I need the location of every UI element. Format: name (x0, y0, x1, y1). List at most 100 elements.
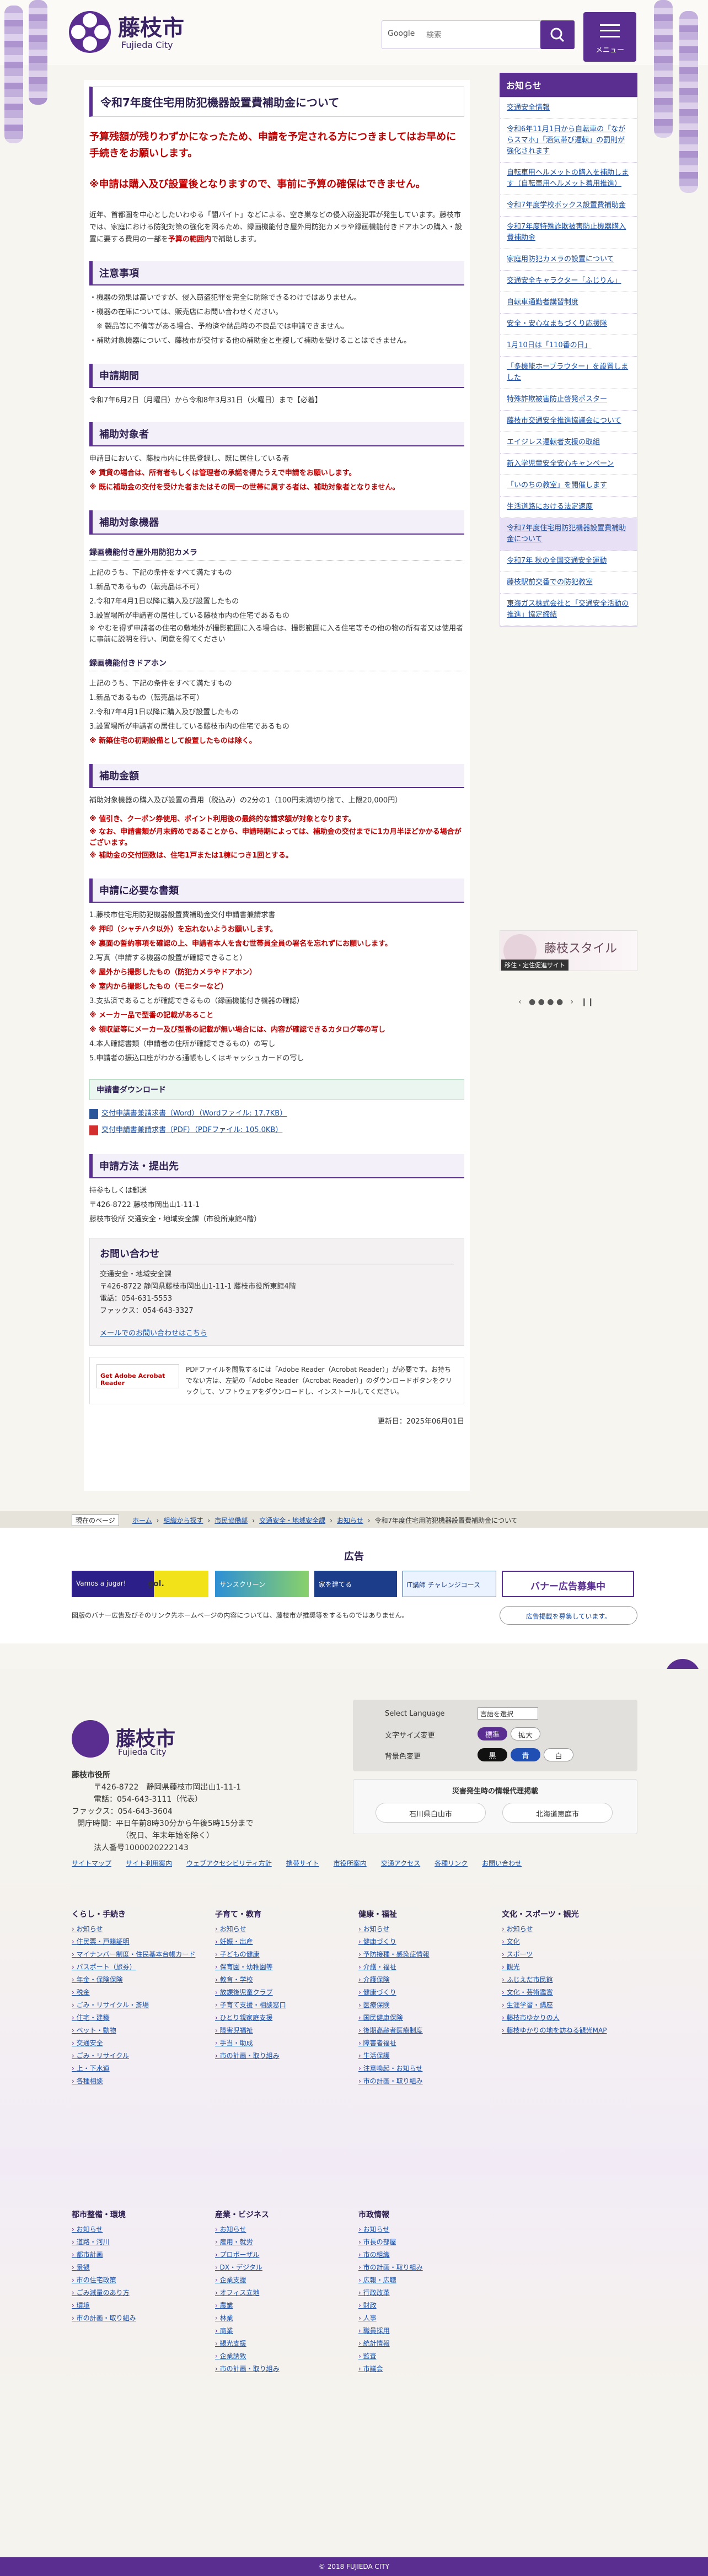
footer-category-link[interactable]: 市の住宅政策 (72, 2274, 199, 2287)
sidebar-item[interactable]: 令和7年度住宅用防犯機器設置費補助金について (500, 518, 637, 551)
footer-category-link[interactable]: 妊娠・出産 (215, 1936, 342, 1948)
footer-category-link[interactable]: 各種相談 (72, 2075, 199, 2088)
footer-category-link[interactable]: 手当・助成 (215, 2037, 342, 2050)
ad-apply-button[interactable]: 広告掲載を募集しています。 (500, 1606, 637, 1625)
footer-category-link[interactable]: 後期高齢者医療制度 (358, 2024, 485, 2037)
sidebar-item[interactable]: 藤枝駅前交番での防犯教室 (500, 572, 637, 594)
footer-category-link[interactable]: 職員採用 (358, 2325, 485, 2337)
footer-link[interactable]: ウェブアクセシビリティ方針 (186, 1858, 272, 1868)
sidebar-item[interactable]: 藤枝市交通安全推進協議会について (500, 411, 637, 432)
footer-category-link[interactable]: 市議会 (358, 2363, 485, 2375)
sidebar-item[interactable]: 自転車通勤者講習制度 (500, 292, 637, 314)
footer-category-link[interactable]: プロポーザル (215, 2249, 342, 2261)
breadcrumb-item[interactable]: お知らせ (337, 1517, 363, 1524)
sidebar-item[interactable]: 交通安全キャラクター「ふじりん」 (500, 271, 637, 292)
disaster-link[interactable]: 北海道恵庭市 (502, 1803, 613, 1823)
fontsize-standard-button[interactable]: 標準 (478, 1727, 507, 1740)
sidebar-item-link[interactable]: 自転車通勤者講習制度 (507, 298, 578, 306)
footer-category-link[interactable]: 企業誘致 (215, 2350, 342, 2363)
footer-category-link[interactable]: 子育て支援・相談窓口 (215, 1999, 342, 2012)
ad-banner[interactable]: 家を建てる (314, 1571, 397, 1597)
bg-black-button[interactable]: 黒 (478, 1748, 507, 1761)
footer-category-link[interactable]: 市の計画・取り組み (215, 2050, 342, 2062)
sidebar-item-link[interactable]: 令和7年度住宅用防犯機器設置費補助金について (507, 524, 626, 543)
footer-category-link[interactable]: 行政改革 (358, 2287, 485, 2299)
footer-category-link[interactable]: 放課後児童クラブ (215, 1986, 342, 1999)
footer-category-link[interactable]: 市の組織 (358, 2249, 485, 2261)
footer-category-link[interactable]: マイナンバー制度・住民基本台帳カード (72, 1948, 199, 1961)
footer-category-link[interactable]: 介護・福祉 (358, 1961, 485, 1974)
footer-category-link[interactable]: お知らせ (215, 1923, 342, 1936)
footer-category-link[interactable]: 文化・芸術鑑賞 (502, 1986, 629, 1999)
sidebar-item[interactable]: 令和7年 秋の全国交通安全運動 (500, 551, 637, 572)
footer-category-link[interactable]: お知らせ (502, 1923, 629, 1936)
fujieda-style-banner[interactable]: 藤枝スタイル 移住・定住促進サイト (500, 930, 637, 971)
footer-category-link[interactable]: スポーツ (502, 1948, 629, 1961)
footer-category-link[interactable]: 交通安全 (72, 2037, 199, 2050)
footer-category-link[interactable]: 藤枝市ゆかりの人 (502, 2012, 629, 2024)
language-select[interactable]: 言語を選択 (478, 1707, 538, 1720)
footer-category-link[interactable]: 企業支援 (215, 2274, 342, 2287)
footer-category-link[interactable]: 子どもの健康 (215, 1948, 342, 1961)
bg-white-button[interactable]: 白 (544, 1748, 573, 1761)
footer-category-link[interactable]: 監査 (358, 2350, 485, 2363)
footer-category-link[interactable]: 農業 (215, 2299, 342, 2312)
footer-category-heading[interactable]: 健康・福祉 (358, 1909, 485, 1920)
sidebar-item[interactable]: 特殊詐欺被害防止啓発ポスター (500, 389, 637, 411)
footer-category-link[interactable]: 商業 (215, 2325, 342, 2337)
footer-category-link[interactable]: DX・デジタル (215, 2261, 342, 2274)
footer-category-link[interactable]: 健康づくり (358, 1986, 485, 1999)
footer-category-link[interactable]: ごみ・リサイクル・斎場 (72, 1999, 199, 2012)
footer-category-link[interactable]: 生活保護 (358, 2050, 485, 2062)
footer-category-link[interactable]: ペット・動物 (72, 2024, 199, 2037)
footer-category-link[interactable]: 藤枝ゆかりの地を訪ねる観光MAP (502, 2024, 629, 2037)
sidebar-item-link[interactable]: 新入学児童安全安心キャンペーン (507, 460, 614, 468)
footer-category-link[interactable]: 年金・保険保険 (72, 1974, 199, 1986)
bg-blue-button[interactable]: 青 (511, 1748, 540, 1761)
download-link-word[interactable]: 交付申請書兼請求書（Word）（Wordファイル: 17.7KB） (101, 1109, 287, 1118)
sidebar-item-link[interactable]: 藤枝市交通安全推進協議会について (507, 417, 621, 425)
footer-category-link[interactable]: 国民健康保険 (358, 2012, 485, 2024)
footer-category-link[interactable]: ごみ・リサイクル (72, 2050, 199, 2062)
sidebar-item[interactable]: 令和6年11月1日から自転車の「ながらスマホ」「酒気帯び運転」の罰則が強化されま… (500, 119, 637, 163)
sidebar-item-link[interactable]: エイジレス運転者支援の取組 (507, 438, 600, 446)
footer-category-link[interactable]: 注意喚起・お知らせ (358, 2062, 485, 2075)
disaster-link[interactable]: 石川県白山市 (376, 1803, 486, 1823)
menu-button[interactable]: メニュー (583, 12, 636, 62)
sidebar-item-link[interactable]: 「いのちの教室」を開催します (507, 481, 607, 489)
sidebar-item-link[interactable]: 家庭用防犯カメラの設置について (507, 255, 614, 263)
footer-link[interactable]: 携帯サイト (286, 1858, 319, 1868)
footer-category-link[interactable]: 生涯学習・講座 (502, 1999, 629, 2012)
footer-category-link[interactable]: 保育園・幼稚園等 (215, 1961, 342, 1974)
sidebar-item-link[interactable]: 「多機能ホーブラウター」を設置しました (507, 363, 628, 382)
footer-category-heading[interactable]: 子育て・教育 (215, 1909, 342, 1920)
footer-link[interactable]: 市役所案内 (334, 1858, 367, 1868)
footer-category-heading[interactable]: 市政情報 (358, 2209, 485, 2220)
fontsize-large-button[interactable]: 拡大 (511, 1727, 540, 1740)
breadcrumb-item[interactable]: 市民協働部 (214, 1517, 248, 1524)
sidebar-item-link[interactable]: 交通安全情報 (507, 104, 550, 112)
footer-category-link[interactable]: 住民票・戸籍証明 (72, 1936, 199, 1948)
sidebar-item[interactable]: 令和7年度学校ボックス設置費補助金 (500, 195, 637, 217)
sidebar-item-link[interactable]: 令和7年度特殊詐欺被害防止機器購入費補助金 (507, 223, 626, 242)
ad-banner[interactable]: Vamos a jugar! (72, 1571, 208, 1597)
footer-category-link[interactable]: 住宅・建築 (72, 2012, 199, 2024)
footer-link[interactable]: サイトマップ (72, 1858, 111, 1868)
sidebar-item[interactable]: 生活道路における法定速度 (500, 497, 637, 518)
footer-category-link[interactable]: 道路・河川 (72, 2236, 199, 2249)
ad-banner[interactable]: サンスクリーン (215, 1571, 309, 1597)
footer-link[interactable]: 交通アクセス (381, 1858, 420, 1868)
breadcrumb-item[interactable]: ホーム (132, 1517, 152, 1524)
sidebar-item[interactable]: 交通安全情報 (500, 98, 637, 119)
sidebar-item-link[interactable]: 東海ガス株式会社と「交通安全活動の推進」協定締結 (507, 600, 629, 619)
footer-category-link[interactable]: オフィス立地 (215, 2287, 342, 2299)
sidebar-item[interactable]: 「いのちの教室」を開催します (500, 475, 637, 497)
footer-category-link[interactable]: 財政 (358, 2299, 485, 2312)
footer-category-link[interactable]: お知らせ (215, 2223, 342, 2236)
search-input[interactable] (426, 26, 537, 43)
footer-category-heading[interactable]: 産業・ビジネス (215, 2209, 342, 2220)
footer-category-heading[interactable]: 都市整備・環境 (72, 2209, 199, 2220)
footer-category-link[interactable]: お知らせ (358, 1923, 485, 1936)
footer-category-link[interactable]: 市の計画・取り組み (72, 2312, 199, 2325)
footer-category-link[interactable]: 雇用・就労 (215, 2236, 342, 2249)
